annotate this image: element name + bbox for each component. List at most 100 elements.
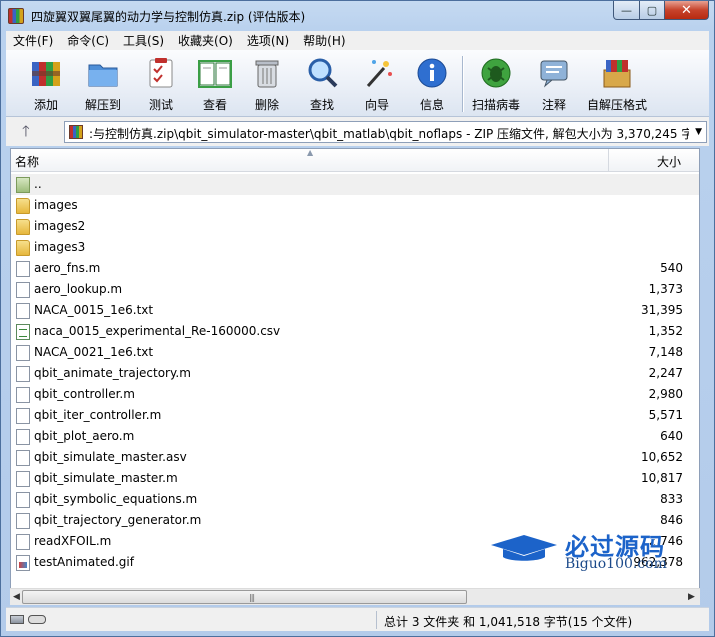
file-size: 640: [660, 429, 683, 443]
file-row[interactable]: qbit_simulate_master.m 10,817: [11, 468, 699, 489]
delete-button[interactable]: 删除: [238, 54, 296, 114]
toolbar-separator: [462, 56, 463, 112]
file-row[interactable]: qbit_plot_aero.m 640: [11, 426, 699, 447]
path-text: :与控制仿真.zip\qbit_simulator-master\qbit_ma…: [89, 127, 689, 141]
path-dropdown-icon[interactable]: ▼: [695, 127, 702, 137]
file-name: images: [34, 198, 78, 212]
title-bar[interactable]: 四旋翼双翼尾翼的动力学与控制仿真.zip (评估版本) — ▢ ✕: [1, 1, 714, 31]
menu-help[interactable]: 帮助(H): [296, 32, 352, 49]
wizard-button[interactable]: 向导: [348, 54, 406, 114]
sfx-box-icon: [603, 60, 631, 88]
extract-to-button[interactable]: 解压到: [74, 54, 132, 114]
file-row[interactable]: images2: [11, 216, 699, 237]
file-icon: [16, 261, 30, 277]
file-row[interactable]: images: [11, 195, 699, 216]
folder-icon: [16, 219, 30, 235]
test-label: 测试: [148, 98, 173, 112]
magnifier-icon: [308, 58, 338, 88]
wizard-wand-icon: [366, 60, 392, 87]
virus-scan-button[interactable]: 扫描病毒: [467, 54, 525, 114]
file-row[interactable]: qbit_iter_controller.m 5,571: [11, 405, 699, 426]
file-size: 846: [660, 513, 683, 527]
file-row[interactable]: aero_fns.m 540: [11, 258, 699, 279]
scroll-right-icon[interactable]: ▶: [688, 592, 695, 602]
file-size: 2,247: [648, 366, 683, 380]
file-name: qbit_animate_trajectory.m: [34, 366, 191, 380]
image-file-icon: [16, 555, 30, 571]
file-row[interactable]: NACA_0015_1e6.txt 31,395: [11, 300, 699, 321]
window-title: 四旋翼双翼尾翼的动力学与控制仿真.zip (评估版本): [31, 10, 306, 24]
toolbar: 添加 解压到 测试 查看 删除 查找 向导 信息 扫描病毒 注释 自解压格式: [6, 50, 709, 117]
file-size: 1,373: [648, 282, 683, 296]
file-row[interactable]: qbit_symbolic_equations.m 833: [11, 489, 699, 510]
drive-icon[interactable]: [10, 615, 24, 624]
comment-button[interactable]: 注释: [525, 54, 583, 114]
sfx-label: 自解压格式: [586, 98, 647, 112]
test-icon: [149, 58, 173, 88]
find-label: 查找: [309, 98, 334, 112]
file-size: 1,352: [648, 324, 683, 338]
path-field[interactable]: :与控制仿真.zip\qbit_simulator-master\qbit_ma…: [64, 121, 707, 143]
up-one-level-icon[interactable]: 🡑: [22, 121, 30, 146]
sfx-button[interactable]: 自解压格式: [586, 54, 648, 114]
file-row[interactable]: NACA_0021_1e6.txt 7,148: [11, 342, 699, 363]
trash-icon: [255, 60, 279, 88]
status-summary: 总计 3 文件夹 和 1,041,518 字节(15 个文件): [384, 615, 633, 629]
file-name: naca_0015_experimental_Re-160000.csv: [34, 324, 281, 338]
key-icon[interactable]: [28, 615, 46, 624]
file-row[interactable]: testAnimated.gif 962,378: [11, 552, 699, 573]
file-row[interactable]: qbit_controller.m 2,980: [11, 384, 699, 405]
file-row[interactable]: qbit_animate_trajectory.m 2,247: [11, 363, 699, 384]
comment-label: 注释: [541, 98, 566, 112]
test-button[interactable]: 测试: [132, 54, 190, 114]
menu-tools[interactable]: 工具(S): [116, 32, 171, 49]
file-size: 962,378: [633, 555, 683, 569]
address-bar: 🡑 :与控制仿真.zip\qbit_simulator-master\qbit_…: [6, 117, 709, 146]
find-button[interactable]: 查找: [293, 54, 351, 114]
add-label: 添加: [33, 98, 58, 112]
file-icon: [16, 513, 30, 529]
minimize-button[interactable]: —: [613, 1, 640, 20]
file-icon: [16, 450, 30, 466]
info-button[interactable]: 信息: [403, 54, 461, 114]
scroll-left-icon[interactable]: ◀: [13, 592, 20, 602]
close-button[interactable]: ✕: [664, 1, 709, 20]
file-row[interactable]: readXFOIL.m 2,746: [11, 531, 699, 552]
view-button[interactable]: 查看: [186, 54, 244, 114]
archive-icon: [69, 125, 83, 139]
maximize-button[interactable]: ▢: [639, 1, 665, 20]
column-name-header[interactable]: 名称: [15, 153, 39, 170]
menu-file[interactable]: 文件(F): [6, 32, 60, 49]
file-row[interactable]: naca_0015_experimental_Re-160000.csv 1,35…: [11, 321, 699, 342]
file-name: NACA_0015_1e6.txt: [34, 303, 154, 317]
scroll-thumb[interactable]: |||: [22, 590, 467, 604]
file-icon: [16, 471, 30, 487]
file-size: 5,571: [648, 408, 683, 422]
menu-commands[interactable]: 命令(C): [60, 32, 116, 49]
extract-to-icon: [88, 64, 118, 87]
file-name: qbit_controller.m: [34, 387, 135, 401]
horizontal-scrollbar[interactable]: ◀ ||| ▶: [10, 588, 700, 605]
file-icon: [16, 282, 30, 298]
file-row[interactable]: aero_lookup.m 1,373: [11, 279, 699, 300]
file-name: ..: [34, 177, 42, 191]
winrar-app-icon[interactable]: [8, 8, 24, 24]
status-separator: [376, 611, 377, 629]
comment-icon: [540, 60, 568, 88]
file-icon: [16, 366, 30, 382]
file-list: 名称 ▲ 大小 .. images images2 images3 aero_fns.m…: [10, 148, 700, 604]
file-row[interactable]: qbit_simulate_master.asv 10,652: [11, 447, 699, 468]
file-size: 10,652: [641, 450, 683, 464]
menu-options[interactable]: 选项(N): [240, 32, 296, 49]
extract-to-label: 解压到: [84, 98, 121, 112]
file-row[interactable]: images3: [11, 237, 699, 258]
column-size-header[interactable]: 大小: [608, 149, 688, 171]
file-row[interactable]: qbit_trajectory_generator.m 846: [11, 510, 699, 531]
menu-favorites[interactable]: 收藏夹(O): [171, 32, 240, 49]
file-size: 2,746: [648, 534, 683, 548]
row-highlight: [11, 174, 699, 195]
add-button[interactable]: 添加: [17, 54, 75, 114]
spreadsheet-file-icon: [16, 324, 30, 340]
virus-scan-icon: [481, 58, 511, 88]
file-row[interactable]: ..: [11, 174, 699, 195]
